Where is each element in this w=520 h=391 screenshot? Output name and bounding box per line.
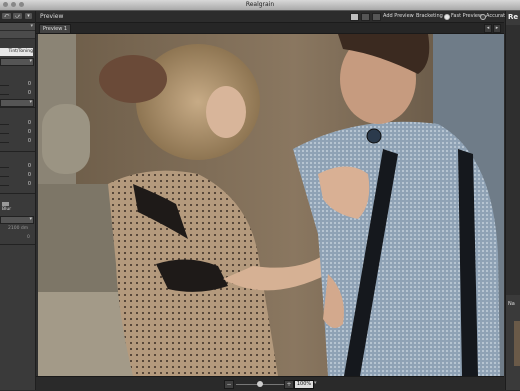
slider-row[interactable]: 0 [0,163,33,171]
side-by-side-view-button[interactable] [372,13,381,21]
zoom-slider-thumb[interactable] [257,381,263,387]
slider-row[interactable]: 0 [0,181,33,189]
zoom-level-select[interactable]: 100% [294,380,314,389]
fast-preview-label[interactable]: Fast Preview [451,13,482,19]
left-panel-toolbar: ⤺ ⤻ ▾ [0,11,35,23]
slider-value: 0 [27,172,31,178]
slider-value: 0 [27,163,31,169]
zoom-out-button[interactable]: − [224,380,234,389]
slider-track[interactable] [0,142,9,143]
left-panel: ⤺ ⤻ ▾ ▾ Tint/Toning ▾ 0 0 ▾ 0 0 0 0 0 0 … [0,11,36,390]
preview-toolbar: Preview Add Preview Bracketing Fast Prev… [36,11,508,23]
preview-label: Preview [40,13,64,20]
zoom-in-button[interactable]: + [284,380,294,389]
chevron-right-icon: ▸ [495,25,499,31]
right-panel-title: Re [508,13,519,21]
slider-value: 0 [27,120,31,126]
blur-mode-select[interactable]: ▾ [0,216,34,224]
tab-next-button[interactable]: ▸ [493,24,501,33]
size-value: 2100 dm [8,226,29,231]
redo-button[interactable]: ⤻ [13,13,22,19]
slider-row[interactable]: 0 [0,120,33,128]
chevron-left-icon: ◂ [486,25,490,31]
chevron-down-icon: ▾ [29,216,32,222]
preset-row-2[interactable] [0,31,35,39]
chevron-down-icon: ▾ [29,58,32,64]
slider-row[interactable]: 0 [0,81,33,89]
slider-track[interactable] [0,133,9,134]
tab-preview-1[interactable]: Preview 1 [39,24,71,33]
slider-track[interactable] [0,185,9,186]
chevron-down-icon: ▾ [314,380,317,386]
divider [0,244,35,245]
chevron-down-icon: ▾ [27,13,30,19]
slider-value: 0 [27,181,31,187]
blur-label: Blur [2,207,12,212]
chevron-down-icon: ▾ [29,99,32,105]
slider-track[interactable] [0,85,9,86]
divider [0,151,35,152]
undo-button[interactable]: ⤺ [2,13,11,19]
preview-area: Preview Add Preview Bracketing Fast Prev… [36,11,508,391]
preset-thumbnail[interactable] [514,321,520,366]
zoom-bar: − + 100% ▾ [36,376,504,391]
preview-image[interactable] [38,34,504,376]
slider-track[interactable] [0,167,9,168]
slider-track[interactable] [0,176,9,177]
tab-prev-button[interactable]: ◂ [484,24,492,33]
slider-row[interactable]: 0 [0,172,33,180]
right-panel: Re Na [505,11,520,390]
title-bar: Realgrain [0,0,520,11]
single-view-button[interactable] [350,13,359,21]
right-panel-body [506,25,520,295]
split-view-button[interactable] [361,13,370,21]
divider [0,107,35,108]
bracketing-button[interactable]: Bracketing [416,13,443,19]
slider-track[interactable] [0,124,9,125]
add-preview-button[interactable]: Add Preview [383,13,414,19]
tab-tint-toning[interactable]: Tint/Toning [0,48,33,56]
panel-menu-button[interactable]: ▾ [25,13,32,19]
fast-preview-radio[interactable] [444,14,450,20]
slider-row[interactable]: 0 [0,138,33,146]
slider-value: 0 [27,129,31,135]
last-value: 0 [27,235,30,240]
toning-mode-select[interactable]: ▾ [0,58,34,66]
divider [0,193,35,194]
right-panel-section-label: Na [508,301,515,307]
slider-value: 0 [27,81,31,87]
blur-toggle[interactable] [2,202,9,206]
preview-tab-bar: Preview 1 ◂ ▸ [36,23,504,34]
blend-mode-select[interactable]: ▾ [0,99,34,107]
slider-value: 0 [27,138,31,144]
slider-row[interactable]: 0 [0,129,33,137]
window-title: Realgrain [245,1,275,8]
slider-value: 0 [27,90,31,96]
preset-row[interactable]: ▾ [0,23,35,31]
photo-couple-image [38,34,504,376]
slider-row[interactable]: 0 [0,90,33,98]
slider-track[interactable] [0,94,9,95]
chevron-down-icon: ▾ [30,23,33,29]
